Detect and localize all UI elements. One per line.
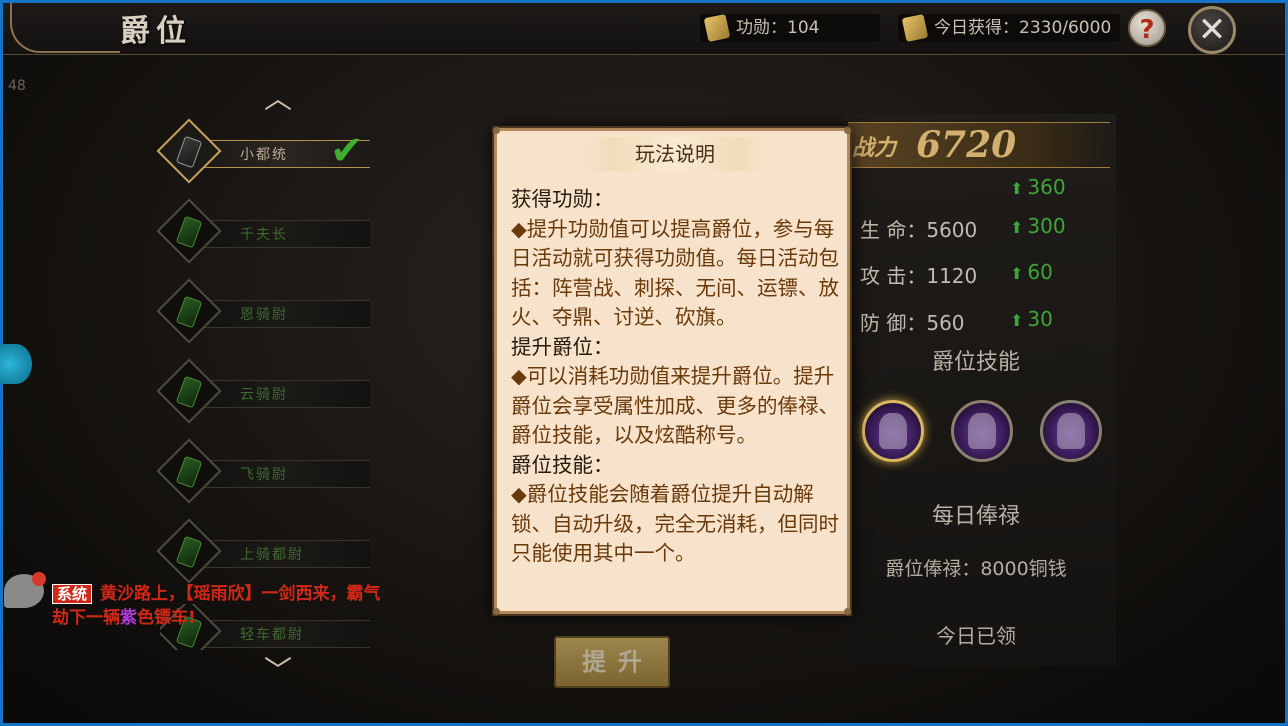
corner-ornament-left	[10, 3, 120, 53]
rank-label: 上骑都尉	[240, 547, 304, 563]
section-heading: 获得功勋：	[511, 187, 614, 211]
today-counter: 今日获得：2330/6000	[898, 13, 1120, 43]
rank-label: 千夫长	[240, 227, 288, 243]
rank-item[interactable]: 云骑尉	[156, 358, 370, 426]
chat-text-before: 黄沙路上，【瑶雨欣】一剑西来，霸气劫下一辆	[52, 584, 381, 628]
rank-item[interactable]: 飞骑尉	[156, 438, 370, 506]
rank-item[interactable]: 恩骑尉	[156, 278, 370, 346]
dialog-corner	[844, 127, 851, 134]
section-text: ◆提升功勋值可以提高爵位，参与每日活动就可获得功勋值。每日活动包括：阵营战、刺探…	[511, 216, 839, 330]
section-heading: 提升爵位：	[511, 334, 614, 359]
notification-dot	[32, 572, 46, 586]
arrow-up-green-icon: ⬆	[1010, 311, 1024, 330]
arrow-up-green-icon: ⬆	[1010, 218, 1024, 237]
arrow-up-green-icon: ⬆	[1010, 264, 1024, 283]
salary-title: 每日俸禄	[931, 504, 1020, 529]
power-label: 战力	[852, 135, 897, 161]
help-icon[interactable]: ?	[1128, 9, 1166, 47]
scroll-icon	[703, 13, 731, 43]
chat-message[interactable]: 系统 黄沙路上，【瑶雨欣】一剑西来，霸气劫下一辆紫色镖车!	[52, 582, 382, 630]
promote-button[interactable]: 提升	[554, 636, 670, 688]
stat-increase: ⬆ 360	[1010, 175, 1066, 199]
chat-text-after: 色镖车!	[137, 608, 196, 628]
rank-item[interactable]: 上骑都尉	[156, 518, 370, 586]
checkmark-icon: ✔	[330, 128, 364, 174]
arrow-up-icon[interactable]: ︿	[254, 85, 302, 113]
section-heading: 爵位技能：	[511, 452, 614, 477]
close-icon[interactable]: ✕	[1188, 6, 1236, 54]
stat-defense: 防 御：560	[860, 311, 965, 335]
stat-attack: 攻 击：1120	[860, 264, 978, 288]
stat-hp: 生 命：5600	[860, 218, 978, 242]
system-tag: 系统	[52, 584, 93, 604]
section-text: ◆可以消耗功勋值来提升爵位。提升爵位会享受属性加成、更多的俸禄、爵位技能，以及炫…	[511, 364, 839, 447]
chat-text-purple: 紫	[120, 608, 137, 628]
rank-label: 云骑尉	[240, 387, 288, 403]
claimed-status[interactable]: 今日已领	[848, 620, 1104, 649]
dialog-corner	[493, 127, 500, 134]
power-value: 6720	[916, 124, 1017, 166]
stat-increase: ⬆ 60	[1010, 260, 1053, 284]
stat-increase: ⬆ 300	[1010, 214, 1066, 238]
rank-label: 飞骑尉	[240, 467, 288, 483]
arrow-up-green-icon: ⬆	[1010, 179, 1024, 198]
arrow-down-icon[interactable]: ﹀	[254, 657, 302, 685]
rank-item[interactable]: 小都统 ✔	[156, 118, 370, 186]
skill-icon[interactable]	[951, 400, 1013, 462]
skill-icon[interactable]	[862, 400, 924, 462]
scroll-icon	[901, 13, 929, 43]
stat-increase: ⬆ 30	[1010, 307, 1053, 331]
section-text: ◆爵位技能会随着爵位提升自动解锁、自动升级，完全无消耗，但同时只能使用其中一个。	[511, 482, 839, 565]
side-level-badge: 48	[8, 78, 26, 94]
skills-title: 爵位技能	[931, 350, 1020, 375]
salary-text: 爵位俸禄：8000铜钱	[885, 558, 1067, 580]
merit-counter: 功勋：104	[700, 13, 880, 43]
fish-icon[interactable]	[0, 344, 32, 384]
today-label: 今日获得：2330/6000	[934, 18, 1112, 38]
skill-icon[interactable]	[1040, 400, 1102, 462]
dialog-corner	[493, 608, 500, 615]
dialog-title: 玩法说明	[583, 137, 767, 171]
page-title: 爵位	[120, 14, 192, 49]
stats-panel	[844, 114, 1116, 666]
rank-item[interactable]: 千夫长	[156, 198, 370, 266]
dialog-corner	[844, 608, 851, 615]
rank-label: 恩骑尉	[240, 307, 288, 323]
merit-label: 功勋：104	[736, 18, 820, 38]
dialog-body[interactable]: 获得功勋： ◆提升功勋值可以提高爵位，参与每日活动就可获得功勋值。每日活动包括：…	[511, 185, 841, 609]
rules-dialog: 玩法说明 获得功勋： ◆提升功勋值可以提高爵位，参与每日活动就可获得功勋值。每日…	[493, 127, 851, 615]
